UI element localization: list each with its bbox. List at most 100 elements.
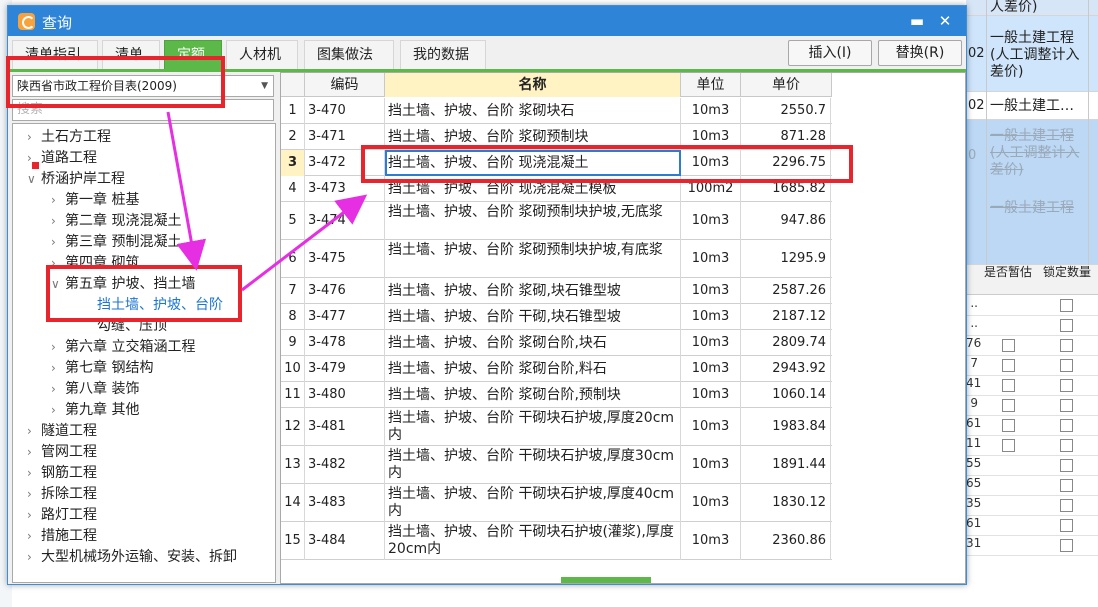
quota-name[interactable]: 挡土墙、护坡、台阶 干砌块石护坡(灌浆),厚度20cm内 <box>385 522 681 560</box>
tree-node[interactable]: › 路灯工程 <box>27 505 97 526</box>
table-row[interactable]: 7 3-476 挡土墙、护坡、台阶 浆砌,块石锥型坡 10m3 2587.26 <box>281 278 832 304</box>
quota-name[interactable]: 挡土墙、护坡、台阶 现浇混凝土模板 <box>385 176 681 202</box>
table-row[interactable]: 2 3-471 挡土墙、护坡、台阶 浆砌预制块 10m3 871.28 <box>281 124 832 150</box>
table-row[interactable]: 6 3-475 挡土墙、护坡、台阶 浆砌预制块护坡,有底浆 10m3 1295.9 <box>281 240 832 278</box>
quota-name[interactable]: 挡土墙、护坡、台阶 现浇混凝土 <box>385 150 681 176</box>
lock-quantity-checkbox[interactable] <box>1060 479 1073 492</box>
chevron-right-icon[interactable]: › <box>51 358 65 379</box>
chevron-right-icon[interactable]: › <box>27 505 41 526</box>
chevron-right-icon[interactable]: › <box>51 337 65 358</box>
tree-node[interactable]: 挡土墙、护坡、台阶 <box>97 295 223 316</box>
tab-quota[interactable]: 定额 <box>164 40 222 70</box>
close-icon[interactable]: ✕ <box>934 10 956 32</box>
quota-name[interactable]: 挡土墙、护坡、台阶 浆砌台阶,块石 <box>385 330 681 356</box>
tree-node[interactable]: › 第三章 预制混凝土 <box>51 232 181 253</box>
chevron-right-icon[interactable]: › <box>27 442 41 463</box>
table-row[interactable]: 8 3-477 挡土墙、护坡、台阶 干砌,块石锥型坡 10m3 2187.12 <box>281 304 832 330</box>
chevron-right-icon[interactable]: › <box>27 547 41 568</box>
lock-quantity-checkbox[interactable] <box>1060 359 1073 372</box>
tab-list[interactable]: 清单 <box>102 40 160 70</box>
minimize-icon[interactable]: ▬ <box>906 10 928 32</box>
table-row[interactable]: 4 3-473 挡土墙、护坡、台阶 现浇混凝土模板 100m2 1685.82 <box>281 176 832 202</box>
table-row[interactable]: 5 3-474 挡土墙、护坡、台阶 浆砌预制块护坡,无底浆 10m3 947.86 <box>281 202 832 240</box>
table-row[interactable]: 10 3-479 挡土墙、护坡、台阶 浆砌台阶,料石 10m3 2943.92 <box>281 356 832 382</box>
provisional-checkbox[interactable] <box>1002 359 1015 372</box>
table-row[interactable]: 11 3-480 挡土墙、护坡、台阶 浆砌台阶,预制块 10m3 1060.14 <box>281 382 832 408</box>
column-header-price[interactable]: 单价 <box>741 73 832 97</box>
tree-node[interactable]: 勾缝、压顶 <box>97 316 167 337</box>
tree-node[interactable]: › 土石方工程 <box>27 127 111 148</box>
search-input[interactable]: 搜索 <box>12 99 274 121</box>
table-row[interactable]: 3 3-472 挡土墙、护坡、台阶 现浇混凝土 10m3 2296.75 <box>281 150 832 176</box>
chevron-right-icon[interactable]: › <box>27 463 41 484</box>
lock-quantity-checkbox[interactable] <box>1060 539 1073 552</box>
provisional-checkbox[interactable] <box>1002 439 1015 452</box>
chevron-down-icon[interactable]: ∨ <box>27 169 41 190</box>
quota-name[interactable]: 挡土墙、护坡、台阶 干砌,块石锥型坡 <box>385 304 681 330</box>
quota-name[interactable]: 挡土墙、护坡、台阶 浆砌预制块 <box>385 124 681 150</box>
tab-my-data[interactable]: 我的数据 <box>400 40 486 70</box>
quota-name[interactable]: 挡土墙、护坡、台阶 干砌块石护坡,厚度20cm内 <box>385 408 681 446</box>
tree-node[interactable]: › 第七章 钢结构 <box>51 358 153 379</box>
chevron-right-icon[interactable]: › <box>51 400 65 421</box>
chevron-right-icon[interactable]: › <box>51 211 65 232</box>
tab-list-guide[interactable]: 清单指引 <box>12 40 98 70</box>
chevron-right-icon[interactable]: › <box>27 526 41 547</box>
quota-name[interactable]: 挡土墙、护坡、台阶 浆砌台阶,料石 <box>385 356 681 382</box>
tree-node[interactable]: ∨ 桥涵护岸工程 <box>27 169 125 190</box>
tree-node[interactable]: › 第九章 其他 <box>51 400 139 421</box>
chevron-down-icon[interactable]: ∨ <box>51 274 65 295</box>
table-row[interactable]: 14 3-483 挡土墙、护坡、台阶 干砌块石护坡,厚度40cm内 10m3 1830.… <box>281 484 832 522</box>
provisional-checkbox[interactable] <box>1002 379 1015 392</box>
lock-quantity-checkbox[interactable] <box>1060 419 1073 432</box>
tab-atlas-method[interactable]: 图集做法 <box>304 40 394 70</box>
chevron-right-icon[interactable]: › <box>27 127 41 148</box>
tab-labor-material-machine[interactable]: 人材机 <box>226 40 298 70</box>
lock-quantity-checkbox[interactable] <box>1060 459 1073 472</box>
lock-quantity-checkbox[interactable] <box>1060 299 1073 312</box>
lock-quantity-checkbox[interactable] <box>1060 439 1073 452</box>
quota-name[interactable]: 挡土墙、护坡、台阶 浆砌预制块护坡,有底浆 <box>385 240 681 278</box>
tree-node[interactable]: › 第一章 桩基 <box>51 190 139 211</box>
tree-node[interactable]: › 第八章 装饰 <box>51 379 139 400</box>
lock-quantity-checkbox[interactable] <box>1060 339 1073 352</box>
tree-node[interactable]: › 隧道工程 <box>27 421 97 442</box>
column-header-name[interactable]: 名称 <box>385 73 681 97</box>
provisional-checkbox[interactable] <box>1002 339 1015 352</box>
horizontal-scrollbar[interactable] <box>561 577 651 583</box>
column-header-unit[interactable]: 单位 <box>681 73 741 97</box>
lock-quantity-checkbox[interactable] <box>1060 399 1073 412</box>
table-row[interactable]: 12 3-481 挡土墙、护坡、台阶 干砌块石护坡,厚度20cm内 10m3 1983.… <box>281 408 832 446</box>
quota-name[interactable]: 挡土墙、护坡、台阶 浆砌预制块护坡,无底浆 <box>385 202 681 240</box>
table-row[interactable]: 9 3-478 挡土墙、护坡、台阶 浆砌台阶,块石 10m3 2809.74 <box>281 330 832 356</box>
price-catalog-select[interactable]: 陕西省市政工程价目表(2009) ▼ <box>12 75 274 97</box>
lock-quantity-checkbox[interactable] <box>1060 379 1073 392</box>
chevron-right-icon[interactable]: › <box>51 379 65 400</box>
tree-node[interactable]: › 大型机械场外运输、安装、拆卸 <box>27 547 237 568</box>
tree-node[interactable]: › 第六章 立交箱涵工程 <box>51 337 195 358</box>
tree-node[interactable]: ∨ 第五章 护坡、挡土墙 <box>51 274 195 295</box>
table-row[interactable]: 13 3-482 挡土墙、护坡、台阶 干砌块石护坡,厚度30cm内 10m3 1891.… <box>281 446 832 484</box>
column-header-code[interactable]: 编码 <box>305 73 385 97</box>
quota-name[interactable]: 挡土墙、护坡、台阶 干砌块石护坡,厚度30cm内 <box>385 446 681 484</box>
provisional-checkbox[interactable] <box>1002 399 1015 412</box>
provisional-checkbox[interactable] <box>1002 419 1015 432</box>
lock-quantity-checkbox[interactable] <box>1060 319 1073 332</box>
tree-node[interactable]: › 措施工程 <box>27 526 97 547</box>
chevron-right-icon[interactable]: › <box>27 484 41 505</box>
insert-button[interactable]: 插入(I) <box>788 40 872 66</box>
chevron-right-icon[interactable]: › <box>51 190 65 211</box>
tree-node[interactable]: › 第二章 现浇混凝土 <box>51 211 181 232</box>
table-row[interactable]: 15 3-484 挡土墙、护坡、台阶 干砌块石护坡(灌浆),厚度20cm内 10m3 2… <box>281 522 832 560</box>
tree-node[interactable]: › 第四章 砌筑 <box>51 253 139 274</box>
lock-quantity-checkbox[interactable] <box>1060 499 1073 512</box>
quota-name[interactable]: 挡土墙、护坡、台阶 浆砌块石 <box>385 98 681 124</box>
tree-node[interactable]: › 钢筋工程 <box>27 463 97 484</box>
quota-name[interactable]: 挡土墙、护坡、台阶 浆砌,块石锥型坡 <box>385 278 681 304</box>
quota-name[interactable]: 挡土墙、护坡、台阶 干砌块石护坡,厚度40cm内 <box>385 484 681 522</box>
table-row[interactable]: 1 3-470 挡土墙、护坡、台阶 浆砌块石 10m3 2550.7 <box>281 98 832 124</box>
replace-button[interactable]: 替换(R) <box>878 40 962 66</box>
quota-name[interactable]: 挡土墙、护坡、台阶 浆砌台阶,预制块 <box>385 382 681 408</box>
chevron-right-icon[interactable]: › <box>27 421 41 442</box>
chevron-right-icon[interactable]: › <box>51 253 65 274</box>
